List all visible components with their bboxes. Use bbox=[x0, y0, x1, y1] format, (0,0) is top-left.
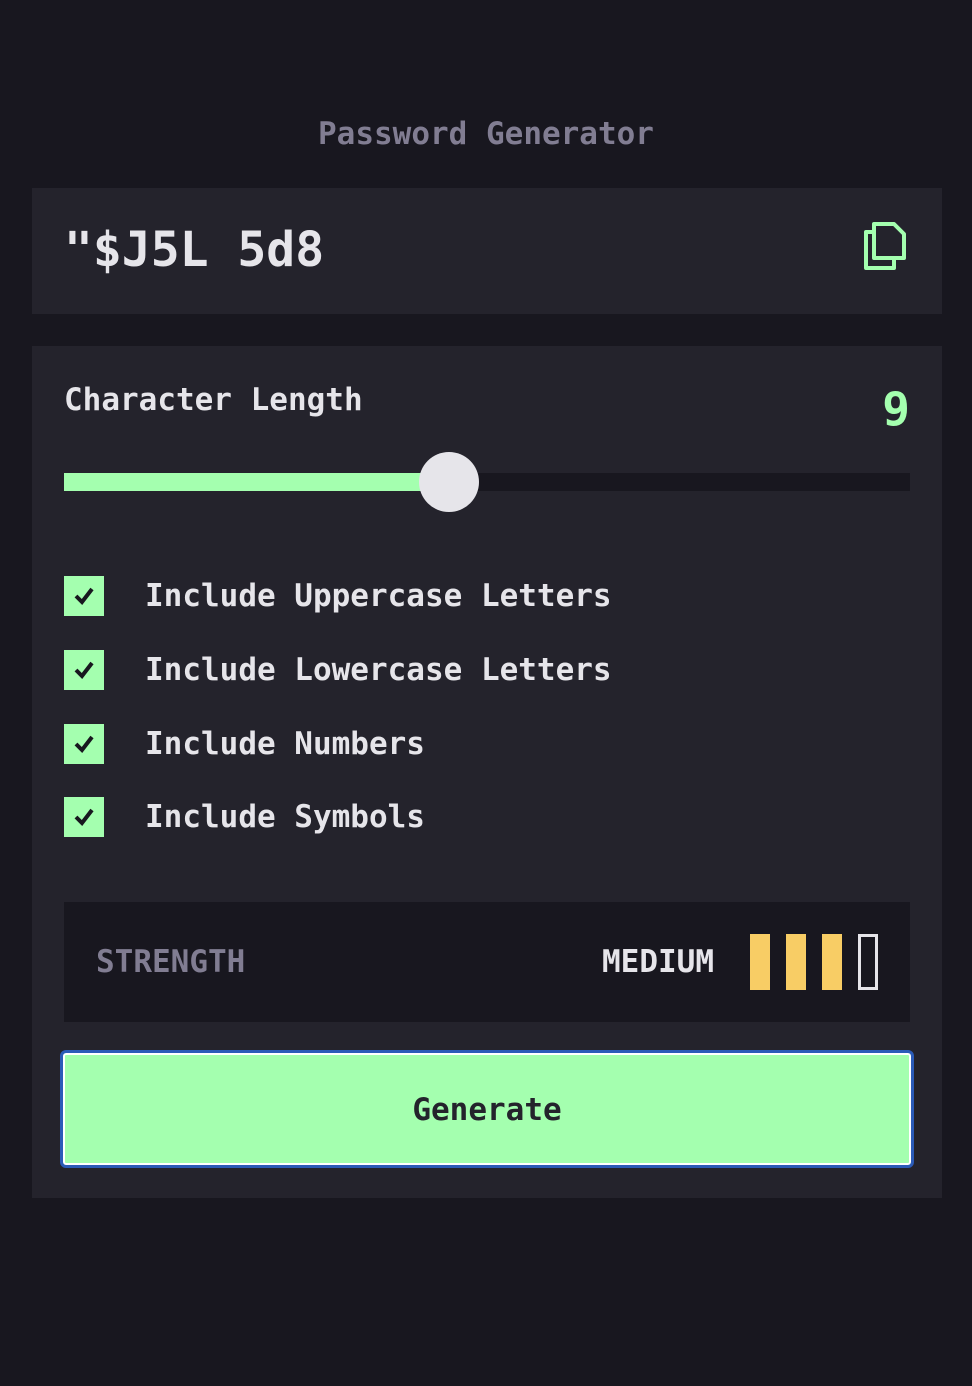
strength-level: MEDIUM bbox=[602, 944, 714, 980]
page-title: Password Generator bbox=[318, 116, 654, 152]
length-slider[interactable] bbox=[64, 450, 910, 514]
check-icon bbox=[74, 808, 94, 827]
checkbox-uppercase[interactable] bbox=[64, 576, 104, 616]
generated-password: "$J5L 5d8 bbox=[64, 222, 325, 278]
strength-bar bbox=[750, 934, 770, 990]
slider-track bbox=[64, 473, 910, 491]
option-label: Include Numbers bbox=[145, 726, 425, 762]
strength-bar bbox=[822, 934, 842, 990]
checkbox-symbols[interactable] bbox=[64, 797, 104, 837]
copy-icon[interactable] bbox=[860, 218, 910, 274]
strength-meter: STRENGTH MEDIUM bbox=[64, 902, 910, 1022]
option-label: Include Uppercase Letters bbox=[145, 578, 612, 614]
strength-bar bbox=[858, 934, 878, 990]
password-output: "$J5L 5d8 bbox=[32, 188, 942, 314]
option-lowercase[interactable]: Include Lowercase Letters bbox=[64, 650, 664, 690]
slider-thumb[interactable] bbox=[419, 452, 479, 512]
check-icon bbox=[74, 587, 94, 606]
checkbox-numbers[interactable] bbox=[64, 724, 104, 764]
strength-label: STRENGTH bbox=[96, 944, 246, 980]
option-uppercase[interactable]: Include Uppercase Letters bbox=[64, 576, 664, 616]
check-icon bbox=[74, 661, 94, 680]
check-icon bbox=[74, 735, 94, 754]
checkbox-lowercase[interactable] bbox=[64, 650, 104, 690]
option-label: Include Symbols bbox=[145, 799, 425, 835]
option-symbols[interactable]: Include Symbols bbox=[64, 797, 664, 837]
strength-bar bbox=[786, 934, 806, 990]
generate-button[interactable]: Generate bbox=[60, 1050, 914, 1168]
settings-panel: Character Length 9 Include Uppercase Let… bbox=[32, 346, 942, 1198]
generate-button-label: Generate bbox=[412, 1092, 562, 1128]
option-label: Include Lowercase Letters bbox=[145, 652, 612, 688]
option-numbers[interactable]: Include Numbers bbox=[64, 724, 664, 764]
character-length-value: 9 bbox=[882, 382, 910, 436]
slider-fill bbox=[64, 473, 449, 491]
character-length-label: Character Length bbox=[64, 382, 363, 418]
